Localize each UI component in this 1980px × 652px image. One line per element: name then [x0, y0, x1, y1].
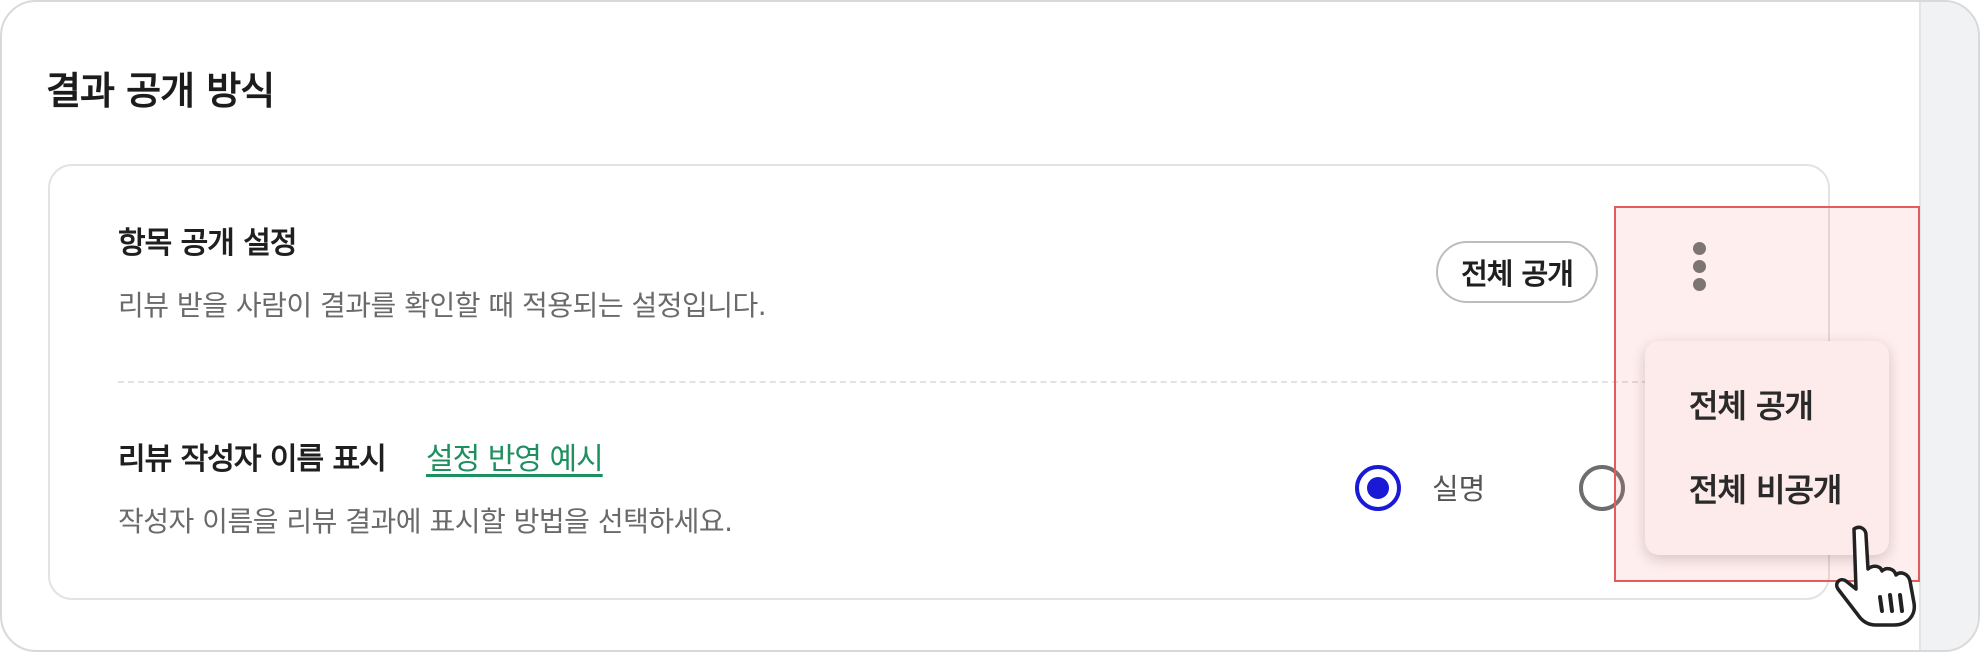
- section-title: 결과 공개 방식: [46, 69, 275, 113]
- radio-real-name-label: 실명: [1432, 472, 1486, 506]
- menu-item-all-public[interactable]: 전체 공개: [1689, 381, 1814, 427]
- item-visibility-title: 항목 공개 설정: [118, 226, 297, 261]
- more-options-button[interactable]: [1685, 242, 1715, 302]
- divider: [118, 381, 1658, 383]
- author-name-description: 작성자 이름을 리뷰 결과에 표시할 방법을 선택하세요.: [118, 505, 733, 538]
- kebab-vertical-icon: [1693, 242, 1706, 255]
- menu-item-all-private[interactable]: 전체 비공개: [1689, 465, 1842, 511]
- scrollbar[interactable]: [1919, 2, 1978, 650]
- item-visibility-description: 리뷰 받을 사람이 결과를 확인할 때 적용되는 설정입니다.: [118, 289, 767, 322]
- settings-example-link[interactable]: 설정 반영 예시: [426, 434, 604, 478]
- kebab-dot: [1693, 278, 1706, 291]
- hand-pointer-icon: [1834, 525, 1917, 627]
- settings-card: 항목 공개 설정 리뷰 받을 사람이 결과를 확인할 때 적용되는 설정입니다.…: [48, 164, 1830, 600]
- kebab-dot: [1693, 260, 1706, 273]
- radio-real-name[interactable]: [1355, 465, 1401, 511]
- author-name-title: 리뷰 작성자 이름 표시: [118, 442, 387, 477]
- visibility-status-badge: 전체 공개: [1436, 241, 1598, 303]
